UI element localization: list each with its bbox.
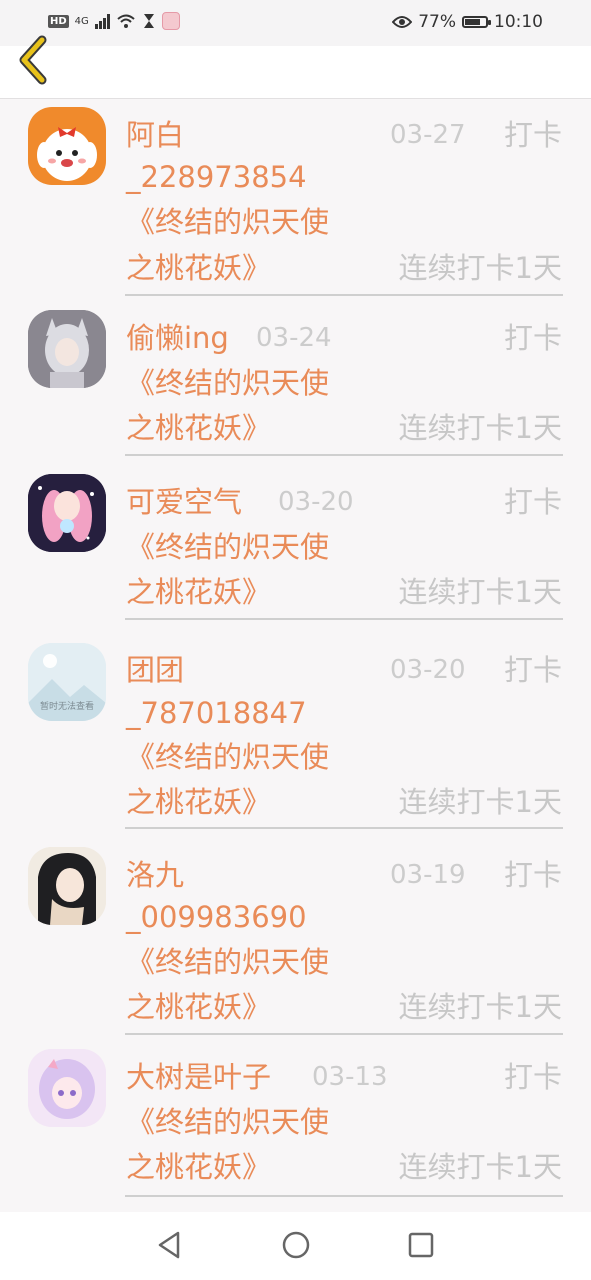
list-item[interactable]: 可爱空气 03-20 打卡 《终结的炽天使 之桃花妖》 连续打卡1天 [0,460,591,624]
checkin-tag: 打卡 [503,321,562,355]
battery-percent: 77% [418,12,456,32]
recents-square-icon[interactable] [407,1230,435,1260]
avatar[interactable] [28,310,106,388]
user-name[interactable]: 洛九 [126,853,184,897]
back-button[interactable] [14,34,58,90]
book-title-cont[interactable]: 之桃花妖》 [126,985,271,1029]
avatar[interactable] [28,474,106,552]
checkin-date: 03-27 [390,120,466,150]
avatar[interactable] [28,847,106,925]
book-title-cont[interactable]: 之桃花妖》 [126,406,271,450]
checkin-date: 03-19 [390,860,466,890]
signal-icon [94,13,110,29]
user-name[interactable]: 团团 [126,648,184,692]
network-type-label: 4G [74,15,89,27]
streak-label: 连续打卡1天 [398,575,562,609]
battery-icon [462,16,491,28]
checkin-date: 03-24 [256,323,332,353]
streak-label: 连续打卡1天 [398,251,562,285]
avatar[interactable]: 暂时无法查看 [28,643,106,721]
back-triangle-icon[interactable] [156,1230,184,1260]
divider [125,454,563,456]
list-item[interactable]: 暂时无法查看 团团 03-20 打卡 _787018847 《终结的炽天使 之桃… [0,624,591,829]
user-name[interactable]: 可爱空气 [126,480,242,524]
status-bar: HD 4G 77% 10:10 [0,0,591,46]
hd-badge: HD [48,14,69,28]
book-title[interactable]: 《终结的炽天使 [126,940,329,984]
checkin-date: 03-20 [278,487,354,517]
eye-comfort-icon [392,16,413,28]
book-title[interactable]: 《终结的炽天使 [126,735,329,779]
list-item[interactable]: 大树是叶子 03-13 打卡 《终结的炽天使 之桃花妖》 连续打卡1天 [0,1035,591,1201]
user-name[interactable]: 偷懒ing [126,316,229,360]
book-title-cont[interactable]: 之桃花妖》 [126,1145,271,1189]
streak-label: 连续打卡1天 [398,990,562,1024]
list-item[interactable]: 阿白 03-27 打卡 _228973854 《终结的炽天使 之桃花妖》 连续打… [0,99,591,296]
streak-label: 连续打卡1天 [398,1150,562,1184]
hourglass-icon [143,14,154,28]
home-circle-icon[interactable] [281,1230,311,1260]
list-item[interactable]: 偷懒ing 03-24 打卡 《终结的炽天使 之桃花妖》 连续打卡1天 [0,296,591,460]
checkin-tag: 打卡 [503,858,562,892]
user-name[interactable]: 大树是叶子 [126,1055,271,1099]
list-item[interactable]: 洛九 03-19 打卡 _009983690 《终结的炽天使 之桃花妖》 连续打… [0,829,591,1035]
divider [125,618,563,620]
user-name[interactable]: 阿白 [126,113,184,157]
checkin-date: 03-20 [390,655,466,685]
streak-label: 连续打卡1天 [398,411,562,445]
checkin-tag: 打卡 [503,485,562,519]
book-title[interactable]: 《终结的炽天使 [126,1100,329,1144]
user-id[interactable]: _009983690 [126,895,307,939]
book-title[interactable]: 《终结的炽天使 [126,200,329,244]
system-nav-bar [0,1212,591,1280]
chevron-left-icon [19,35,47,85]
checkin-tag: 打卡 [503,653,562,687]
checkin-tag: 打卡 [503,1060,562,1094]
avatar-placeholder-text: 暂时无法查看 [39,702,94,712]
avatar[interactable] [28,1049,106,1127]
user-id[interactable]: _228973854 [126,155,307,199]
book-title-cont[interactable]: 之桃花妖》 [126,780,271,824]
book-title-cont[interactable]: 之桃花妖》 [126,246,271,290]
top-app-bar [0,35,591,99]
book-title-cont[interactable]: 之桃花妖》 [126,570,271,614]
checkin-date: 03-13 [312,1062,388,1092]
book-title[interactable]: 《终结的炽天使 [126,525,329,569]
book-title[interactable]: 《终结的炽天使 [126,361,329,405]
notification-app-icon [161,12,180,30]
wifi-icon [117,14,135,28]
user-id[interactable]: _787018847 [126,691,307,735]
avatar[interactable] [28,107,106,185]
streak-label: 连续打卡1天 [398,785,562,819]
checkin-tag: 打卡 [503,118,562,152]
divider [125,1195,563,1197]
clock: 10:10 [494,12,543,32]
